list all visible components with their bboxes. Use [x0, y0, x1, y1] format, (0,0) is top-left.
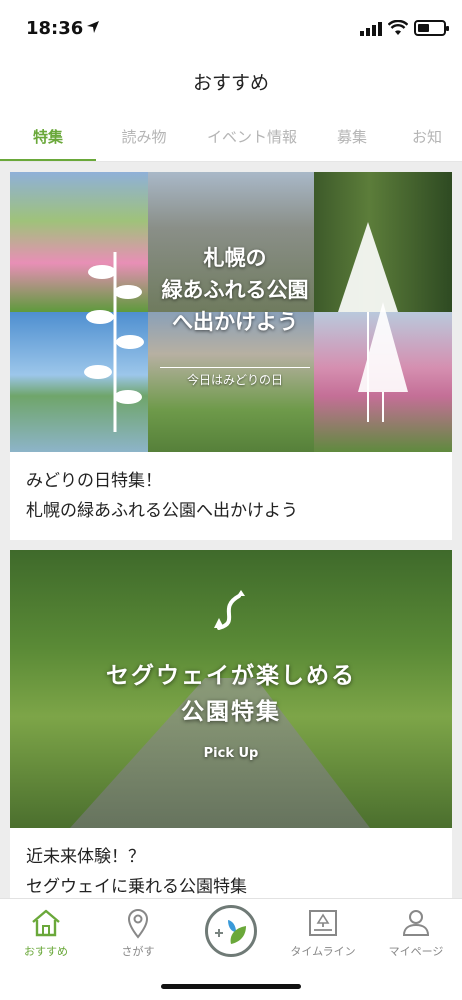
overlay-title-line1: 札幌の — [203, 246, 267, 270]
bottom-tab-mypage[interactable]: マイページ — [370, 899, 462, 971]
battery-icon — [414, 20, 449, 36]
bottom-tab-recommend[interactable]: おすすめ — [0, 899, 92, 971]
park-photo-mosaic: 札幌の 緑あふれる公園 へ出かけよう 今日はみどりの日 — [10, 172, 452, 452]
bottom-tab-timeline[interactable]: タイムライン — [277, 899, 369, 971]
card-caption-line2: 札幌の緑あふれる公園へ出かけよう — [26, 501, 298, 521]
status-time: 18:36 — [26, 18, 84, 39]
feature-card-caption: 近未来体験！？ セグウェイに乗れる公園特集 — [10, 828, 452, 898]
tab-feature[interactable]: 特集 — [0, 118, 96, 162]
greenery-overlay-subtitle: 今日はみどりの日 — [160, 367, 310, 388]
overlay2-title-line1: セグウェイが楽しめる — [106, 663, 356, 689]
cellular-signal-icon — [360, 22, 382, 36]
status-bar: 18:36 — [0, 0, 462, 56]
location-pin-icon — [127, 909, 149, 939]
feature-card-segway[interactable]: セグウェイが楽しめる 公園特集 Pick Up 近未来体験！？ セグウェイに乗れ… — [10, 550, 452, 898]
location-arrow-icon — [87, 21, 99, 33]
bottom-tab-label: おすすめ — [24, 945, 68, 958]
home-indicator — [161, 984, 301, 989]
category-tabs: 特集 読み物 イベント情報 募集 お知 — [0, 118, 462, 162]
leaf-illustration — [84, 252, 144, 432]
tab-reading[interactable]: 読み物 — [96, 118, 192, 162]
plus-leaf-icon — [215, 920, 246, 944]
bottom-tab-search[interactable]: さがす — [92, 899, 184, 971]
segway-photo: セグウェイが楽しめる 公園特集 Pick Up — [10, 550, 452, 828]
feature-card-image: 札幌の 緑あふれる公園 へ出かけよう 今日はみどりの日 — [10, 172, 452, 452]
tab-news[interactable]: お知 — [392, 118, 462, 162]
greenery-overlay-title: 札幌の 緑あふれる公園 へ出かけよう — [150, 242, 320, 338]
post-button[interactable] — [205, 905, 257, 957]
card-caption-line1: 近未来体験！？ — [26, 847, 145, 867]
battery-level — [418, 24, 429, 32]
home-icon — [32, 909, 60, 937]
pick-up-label: Pick Up — [203, 746, 259, 761]
tree-illustration — [338, 222, 408, 422]
feature-card-image: セグウェイが楽しめる 公園特集 Pick Up — [10, 550, 452, 828]
card-caption-line2: セグウェイに乗れる公園特集 — [26, 877, 247, 897]
wifi-icon — [388, 20, 408, 35]
segway-park-logo-icon — [214, 590, 245, 630]
feed-list: 札幌の 緑あふれる公園 へ出かけよう 今日はみどりの日 みどりの日特集！ 札幌の… — [0, 162, 462, 898]
timeline-icon — [309, 910, 337, 936]
overlay2-title-line2: 公園特集 — [181, 699, 281, 725]
user-icon — [402, 910, 430, 936]
overlay-title-line3: へ出かけよう — [172, 310, 298, 334]
feature-card-caption: みどりの日特集！ 札幌の緑あふれる公園へ出かけよう — [10, 452, 452, 540]
feature-card-greenery[interactable]: 札幌の 緑あふれる公園 へ出かけよう 今日はみどりの日 みどりの日特集！ 札幌の… — [10, 172, 452, 540]
bottom-tab-post[interactable] — [185, 899, 277, 971]
bottom-tab-label: タイムライン — [290, 945, 356, 958]
page-title: おすすめ — [192, 72, 269, 94]
card-caption-line1: みどりの日特集！ — [26, 471, 162, 491]
overlay-title-line2: 緑あふれる公園 — [161, 278, 309, 302]
tab-event-info[interactable]: イベント情報 — [192, 118, 312, 162]
bottom-tab-label: さがす — [121, 945, 155, 958]
segway-overlay-title: セグウェイが楽しめる 公園特集 — [10, 658, 452, 730]
bottom-tab-label: マイページ — [388, 945, 444, 958]
tab-recruit[interactable]: 募集 — [312, 118, 392, 162]
